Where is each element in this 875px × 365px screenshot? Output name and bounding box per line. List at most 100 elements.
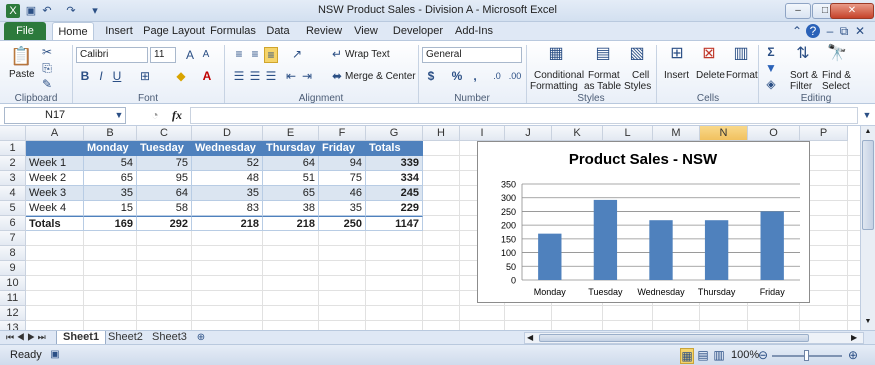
sheet-tab-sheet1[interactable]: Sheet1	[56, 331, 107, 345]
decrease-indent-icon[interactable]: ⇤	[284, 69, 298, 83]
italic-icon[interactable]: I	[94, 69, 108, 83]
doc-restore-icon[interactable]: ⧉	[838, 24, 850, 38]
zoom-in-icon[interactable]: ⊕	[846, 348, 860, 362]
table-total-cell[interactable]: Totals	[26, 216, 84, 231]
align-bottom-icon[interactable]: ≡	[264, 47, 278, 63]
underline-icon[interactable]: U	[110, 69, 124, 83]
tab-formulas[interactable]: Formulas	[210, 22, 256, 40]
table-cell[interactable]: 38	[263, 201, 319, 216]
orientation-icon[interactable]: ↗	[288, 47, 306, 61]
tab-home[interactable]: Home	[52, 22, 94, 40]
align-left-icon[interactable]: ☰	[232, 69, 246, 83]
column-header[interactable]: N	[700, 126, 748, 141]
tab-data[interactable]: Data	[262, 22, 294, 40]
sheet-tab-sheet3[interactable]: Sheet3	[146, 331, 193, 345]
comma-icon[interactable]: ,	[468, 69, 482, 83]
insert-sheet-icon[interactable]: ⊕	[194, 331, 208, 345]
tab-developer[interactable]: Developer	[392, 22, 444, 40]
column-header[interactable]: H	[423, 126, 460, 141]
clear-icon[interactable]: ◈	[764, 77, 778, 91]
table-cell[interactable]: Week 1	[26, 156, 84, 171]
column-header[interactable]: B	[84, 126, 137, 141]
table-cell[interactable]: 83	[192, 201, 263, 216]
macro-record-icon[interactable]: ▣	[48, 348, 62, 362]
horizontal-scroll-thumb[interactable]	[539, 334, 809, 342]
table-cell[interactable]: Week 2	[26, 171, 84, 186]
table-cell[interactable]: 35	[319, 201, 366, 216]
align-top-icon[interactable]: ≡	[232, 47, 246, 61]
autosum-icon[interactable]: Σ	[764, 45, 778, 59]
table-cell[interactable]: Week 3	[26, 186, 84, 201]
paste-icon[interactable]: 📋	[10, 45, 32, 67]
table-cell[interactable]: 339	[366, 156, 423, 171]
sort-filter-label-1[interactable]: Sort &	[790, 70, 818, 81]
table-cell[interactable]: 52	[192, 156, 263, 171]
sort-filter-label-2[interactable]: Filter	[790, 81, 812, 92]
format-as-table-label-2[interactable]: as Table	[584, 81, 621, 92]
column-header[interactable]: G	[366, 126, 423, 141]
row-header[interactable]: 12	[0, 306, 26, 321]
row-header[interactable]: 9	[0, 261, 26, 276]
vertical-scroll-thumb[interactable]	[862, 140, 874, 230]
scroll-left-icon[interactable]: ◀	[527, 333, 533, 343]
column-header[interactable]: P	[800, 126, 848, 141]
page-break-view-icon[interactable]: ▥	[712, 348, 726, 362]
formula-input[interactable]	[190, 107, 858, 124]
table-total-cell[interactable]: 250	[319, 216, 366, 231]
table-cell[interactable]: 75	[319, 171, 366, 186]
table-cell[interactable]: Week 4	[26, 201, 84, 216]
bold-icon[interactable]: B	[78, 69, 92, 83]
find-select-icon[interactable]: 🔭	[826, 43, 848, 65]
doc-close-icon[interactable]: ✕	[854, 24, 866, 38]
name-box-dropdown-icon[interactable]: ▼	[114, 108, 124, 122]
column-header[interactable]: A	[26, 126, 84, 141]
column-header[interactable]: E	[263, 126, 319, 141]
number-format-select[interactable]: General	[422, 47, 522, 63]
table-header-cell[interactable]: Wednesday	[192, 141, 263, 156]
column-header[interactable]: C	[137, 126, 192, 141]
table-header-cell[interactable]: Totals	[366, 141, 423, 156]
table-cell[interactable]: 65	[84, 171, 137, 186]
sheet-nav-icon[interactable]: ⏮ ◀ ▶ ⏭	[6, 331, 46, 344]
expand-formula-bar-icon[interactable]: ▼	[862, 108, 872, 122]
delete-cells-button[interactable]: Delete	[696, 70, 725, 81]
column-header[interactable]: M	[653, 126, 700, 141]
cell-styles-label-2[interactable]: Styles	[624, 81, 651, 92]
borders-icon[interactable]: ⊞	[136, 69, 154, 83]
align-center-icon[interactable]: ☰	[248, 69, 262, 83]
align-middle-icon[interactable]: ≡	[248, 47, 262, 61]
zoom-out-icon[interactable]: ⊖	[756, 348, 770, 362]
table-cell[interactable]: 35	[84, 186, 137, 201]
column-header[interactable]: J	[505, 126, 552, 141]
table-header-cell[interactable]: Friday	[319, 141, 366, 156]
fill-icon[interactable]: ▼	[764, 61, 778, 75]
row-header[interactable]: 1	[0, 141, 26, 156]
page-layout-view-icon[interactable]: ▤	[696, 348, 710, 362]
column-header[interactable]: K	[552, 126, 603, 141]
table-header-cell[interactable]	[26, 141, 84, 156]
column-header[interactable]: D	[192, 126, 263, 141]
scroll-up-icon[interactable]: ▲	[862, 128, 874, 136]
name-box[interactable]: N17	[4, 107, 126, 124]
format-as-table-label-1[interactable]: Format	[588, 70, 620, 81]
row-header[interactable]: 8	[0, 246, 26, 261]
zoom-slider-thumb[interactable]	[804, 350, 809, 361]
insert-cells-icon[interactable]: ⊞	[666, 43, 688, 65]
font-color-icon[interactable]: A	[198, 69, 216, 83]
merge-center-icon[interactable]: ⬌	[330, 69, 344, 83]
table-cell[interactable]: 65	[263, 186, 319, 201]
table-total-cell[interactable]: 292	[137, 216, 192, 231]
row-header[interactable]: 4	[0, 186, 26, 201]
tab-page-layout[interactable]: Page Layout	[142, 22, 206, 40]
currency-icon[interactable]: $	[424, 69, 438, 83]
format-cells-icon[interactable]: ▥	[730, 43, 752, 65]
row-header[interactable]: 10	[0, 276, 26, 291]
conditional-formatting-icon[interactable]: ▦	[545, 43, 567, 65]
insert-cells-button[interactable]: Insert	[664, 70, 689, 81]
table-cell[interactable]: 75	[137, 156, 192, 171]
wrap-text-icon[interactable]: ↵	[330, 47, 344, 61]
shrink-font-icon[interactable]: A	[198, 48, 214, 62]
insert-function-icon[interactable]: fx	[172, 108, 182, 123]
font-size-select[interactable]: 11	[150, 47, 176, 63]
minimize-button[interactable]: ‒	[785, 3, 811, 19]
